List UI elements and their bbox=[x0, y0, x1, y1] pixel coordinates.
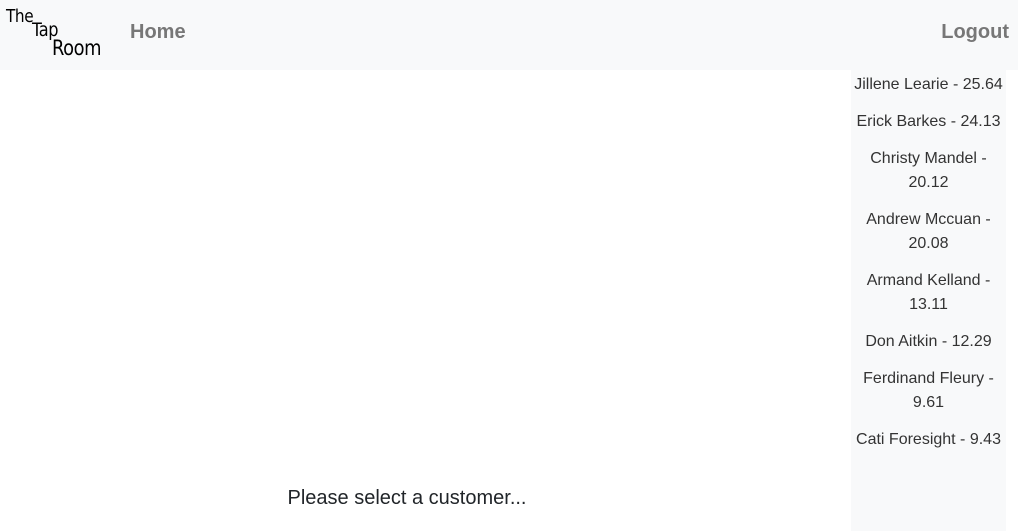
select-customer-prompt: Please select a customer... bbox=[287, 487, 527, 509]
customer-item[interactable]: Erick Barkes - 24.13 bbox=[851, 107, 1006, 144]
customer-item[interactable]: Jillene Learie - 25.64 bbox=[851, 70, 1006, 107]
logout-link[interactable]: Logout bbox=[941, 21, 1009, 44]
customer-item[interactable]: Andrew Mccuan - 20.08 bbox=[851, 205, 1006, 266]
customer-item[interactable]: Christy Mandel - 20.12 bbox=[851, 144, 1006, 205]
logo-word-the: The bbox=[6, 6, 34, 27]
navbar: The Tap Room Home Logout bbox=[0, 0, 1018, 70]
home-link[interactable]: Home bbox=[130, 21, 186, 44]
customer-sidebar: Jillene Learie - 25.64 Erick Barkes - 24… bbox=[851, 70, 1006, 531]
customer-item[interactable]: Don Aitkin - 12.29 bbox=[851, 327, 1006, 364]
tap-room-logo[interactable]: The Tap Room bbox=[6, 6, 116, 62]
customer-item[interactable]: Ferdinand Fleury - 9.61 bbox=[851, 364, 1006, 425]
logo-word-room: Room bbox=[52, 36, 102, 60]
customer-list: Jillene Learie - 25.64 Erick Barkes - 24… bbox=[851, 70, 1006, 462]
customer-item[interactable]: Armand Kelland - 13.11 bbox=[851, 266, 1006, 327]
customer-item[interactable]: Cati Foresight - 9.43 bbox=[851, 425, 1006, 462]
